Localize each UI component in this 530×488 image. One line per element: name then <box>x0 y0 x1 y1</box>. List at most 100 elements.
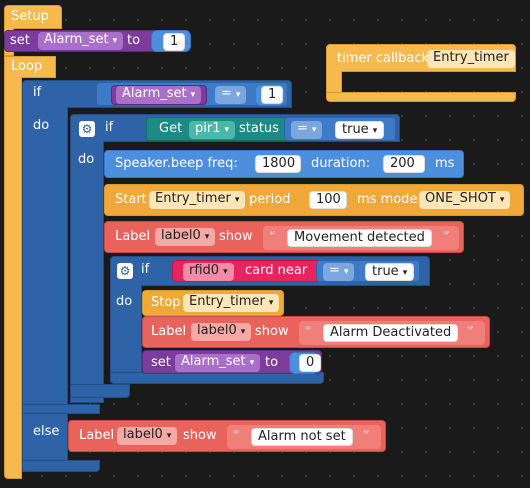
sensor-dropdown[interactable]: pir1 ▾ <box>189 121 236 139</box>
label-keyword: Label <box>115 229 151 244</box>
text-literal[interactable]: “ Movement detected ” <box>263 226 459 250</box>
boolean-value: true <box>342 122 369 137</box>
chevron-down-icon: ▾ <box>268 298 274 308</box>
text-field[interactable]: Alarm Deactivated <box>323 324 459 342</box>
operator-value: = <box>329 263 340 278</box>
start-timer-block[interactable]: Start Entry_timer ▾ period 100 ms mode ON… <box>104 184 524 216</box>
stop-label: Stop <box>151 295 181 310</box>
label-keyword: Label <box>79 428 115 443</box>
setup-set-block[interactable]: set Alarm_set ▾ to 1 <box>4 30 191 52</box>
chevron-down-icon: ▾ <box>166 431 172 441</box>
text-field[interactable]: Alarm not set <box>251 428 353 446</box>
label-target-dropdown[interactable]: label0 ▾ <box>117 427 178 445</box>
chevron-down-icon: ▾ <box>402 268 408 278</box>
show-label: show <box>255 324 289 339</box>
do-keyword: do <box>33 118 50 133</box>
do-keyword: do <box>78 152 95 167</box>
condition-value-field[interactable]: 1 <box>261 86 284 104</box>
label-show-block-1[interactable]: Label label0 ▾ show “ Movement detected ” <box>104 221 464 253</box>
timer-dropdown[interactable]: Entry_timer ▾ <box>149 191 246 209</box>
variable-name: Alarm_set <box>181 354 246 369</box>
text-literal[interactable]: “ Alarm not set ” <box>227 425 381 449</box>
get-label: Get <box>159 121 183 136</box>
chevron-down-icon: ▾ <box>234 195 240 205</box>
label-target-dropdown[interactable]: label0 ▾ <box>155 228 216 246</box>
variable-dropdown[interactable]: Alarm_set ▾ <box>38 32 124 50</box>
gear-icon[interactable]: ⚙ <box>117 263 133 279</box>
stop-timer-block[interactable]: Stop Entry_timer ▾ <box>142 290 284 316</box>
set-alarm-off-block[interactable]: set Alarm_set ▾ to 0 <box>142 350 322 374</box>
timer-callback-block[interactable]: timer callback Entry_timer <box>326 44 516 72</box>
timer-name: Entry_timer <box>155 191 231 206</box>
text-literal[interactable]: “ Alarm Deactivated ” <box>299 321 485 345</box>
condition-variable-block[interactable]: Alarm_set ▾ <box>111 85 207 105</box>
timer-dropdown[interactable]: Entry_timer ▾ <box>183 294 280 312</box>
variable-dropdown[interactable]: Alarm_set ▾ <box>175 354 261 372</box>
rfid-condition-block[interactable]: rfid0 ▾ card near <box>172 260 322 282</box>
setup-block[interactable]: Setup <box>4 5 62 29</box>
label-target-dropdown[interactable]: label0 ▾ <box>191 323 252 341</box>
chevron-down-icon: ▾ <box>249 358 255 368</box>
to-keyword: to <box>127 33 141 48</box>
label-target: label0 <box>161 228 201 243</box>
timer-name: Entry_timer <box>189 294 265 309</box>
boolean-value: true <box>372 264 399 279</box>
label-target: label0 <box>123 427 163 442</box>
value-field[interactable]: 0 <box>299 354 322 372</box>
duration-field[interactable]: 200 <box>383 155 425 173</box>
chevron-down-icon: ▾ <box>240 327 246 337</box>
chevron-down-icon: ▾ <box>311 125 317 135</box>
quote-close-icon: ” <box>363 429 370 444</box>
chevron-down-icon: ▾ <box>204 232 210 242</box>
timer-callback-bottom <box>326 92 516 102</box>
show-label: show <box>219 229 253 244</box>
duration-label: duration: <box>311 156 371 171</box>
quote-open-icon: “ <box>269 230 276 245</box>
operator-value: = <box>221 86 232 101</box>
pir-compare-block[interactable]: = ▾ true ▾ <box>284 117 396 141</box>
label-show-block-2[interactable]: Label label0 ▾ show “ Alarm Deactivated ” <box>142 316 490 348</box>
value-field[interactable]: 1 <box>163 33 186 51</box>
rfid-dropdown[interactable]: rfid0 ▾ <box>183 263 234 281</box>
set-keyword: set <box>151 355 171 370</box>
rfid-name: rfid0 <box>189 263 220 278</box>
boolean-dropdown[interactable]: true ▾ <box>365 263 415 281</box>
show-label: show <box>183 428 217 443</box>
loop-block-left-arm <box>4 77 22 479</box>
timer-dropdown[interactable]: Entry_timer <box>427 50 515 68</box>
boolean-dropdown[interactable]: true ▾ <box>335 121 385 139</box>
condition-variable-dropdown[interactable]: Alarm_set ▾ <box>116 86 202 104</box>
text-field[interactable]: Movement detected <box>287 229 432 247</box>
loop-block[interactable]: Loop <box>4 56 56 78</box>
mode-value: ONE_SHOT <box>425 191 496 206</box>
speaker-beep-block[interactable]: Speaker.beep freq: 1800 duration: 200 ms <box>104 150 464 178</box>
rfid-compare-block[interactable]: = ▾ true ▾ <box>316 260 420 282</box>
quote-open-icon: “ <box>233 429 240 444</box>
mode-dropdown[interactable]: ONE_SHOT ▾ <box>419 191 511 209</box>
period-field[interactable]: 100 <box>309 191 347 209</box>
card-near-label: card near <box>245 263 308 278</box>
chevron-down-icon: ▾ <box>223 267 228 277</box>
loop-else-divider <box>22 404 100 414</box>
chevron-down-icon: ▾ <box>190 90 196 100</box>
start-label: Start <box>115 192 147 207</box>
beep-label: Speaker.beep freq: <box>115 156 238 171</box>
quote-open-icon: “ <box>305 325 312 340</box>
label-target: label0 <box>197 323 237 338</box>
operator-dropdown[interactable]: = ▾ <box>323 263 355 281</box>
condition-compare-block[interactable]: Alarm_set ▾ = ▾ 1 <box>96 82 288 106</box>
period-label: period <box>249 192 291 207</box>
loop-if-bottom <box>22 460 100 472</box>
label-show-block-else[interactable]: Label label0 ▾ show “ Alarm not set ” <box>68 420 386 452</box>
operator-dropdown[interactable]: = ▾ <box>291 121 323 139</box>
gear-icon[interactable]: ⚙ <box>79 121 95 137</box>
pir-if-spine <box>70 141 104 403</box>
freq-field[interactable]: 1800 <box>255 155 301 173</box>
operator-value: = <box>297 121 308 136</box>
chevron-down-icon: ▾ <box>224 125 230 135</box>
chevron-down-icon: ▾ <box>112 36 118 46</box>
status-label: status <box>239 121 279 136</box>
to-keyword: to <box>265 355 279 370</box>
operator-dropdown[interactable]: = ▾ <box>215 86 247 104</box>
if-keyword: if <box>33 85 42 100</box>
